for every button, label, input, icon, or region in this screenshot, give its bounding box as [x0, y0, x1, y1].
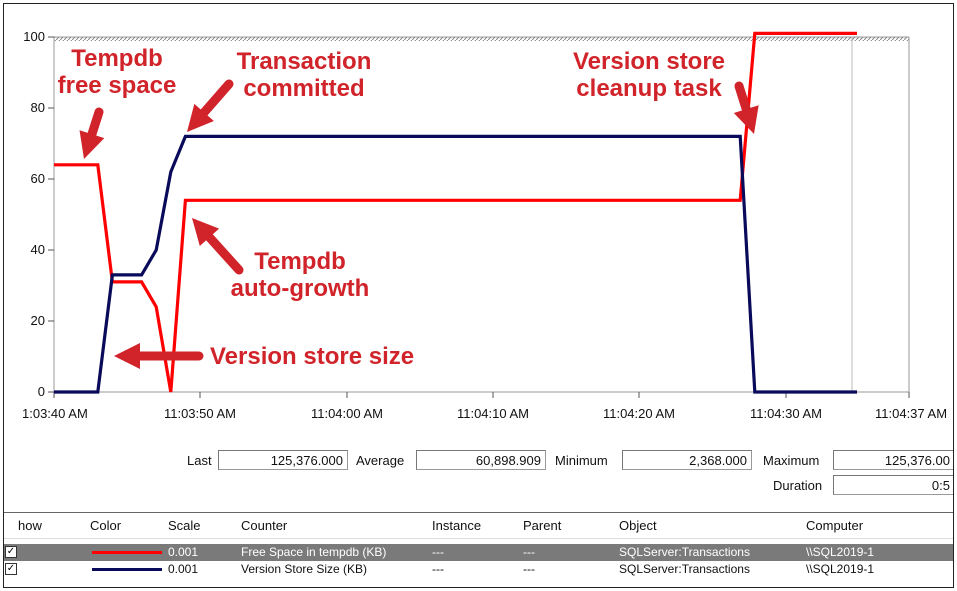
duration-value: 0:5 — [833, 475, 953, 495]
annotation-line: free space — [58, 72, 177, 99]
average-label: Average — [356, 453, 405, 468]
color-swatch — [92, 568, 162, 571]
counter-table: how Color Scale Counter Instance Parent … — [4, 512, 953, 587]
line-chart: 0 20 40 60 80 100 1:03:40 AM 11:03:50 AM 11:04:… — [22, 29, 947, 421]
minimum-label: Minimum — [555, 453, 608, 468]
duration-label: Duration — [773, 478, 823, 493]
x-tick-label: 1:03:40 AM — [22, 406, 88, 421]
x-axis: 1:03:40 AM 11:03:50 AM 11:04:00 AM 11:04:10… — [22, 392, 947, 421]
x-tick-label: 11:04:37 AM — [875, 406, 947, 421]
header-computer[interactable]: Computer — [806, 518, 863, 533]
x-tick-label: 11:04:30 AM — [750, 406, 822, 421]
last-label: Last — [187, 453, 212, 468]
x-tick-label: 11:03:50 AM — [164, 406, 236, 421]
annotation-line: Tempdb — [71, 45, 163, 72]
annotation-text-2: Version store cleanup task — [573, 48, 725, 102]
annotation-line: Transaction — [237, 48, 372, 75]
y-tick-label: 100 — [23, 29, 45, 44]
counter-cell: Version Store Size (KB) — [241, 562, 368, 576]
table-row[interactable]: ✓ 0.001 Free Space in tempdb (KB) --- --… — [4, 544, 953, 561]
object-cell: SQLServer:Transactions — [619, 562, 750, 576]
average-value: 60,898.909 — [416, 450, 546, 470]
header-scale[interactable]: Scale — [168, 518, 201, 533]
header-show[interactable]: how — [18, 518, 42, 533]
annotation-text-0: Tempdb free space — [58, 45, 177, 99]
header-color[interactable]: Color — [90, 518, 121, 533]
show-checkbox[interactable]: ✓ — [5, 546, 17, 558]
table-row[interactable]: ✓ 0.001 Version Store Size (KB) --- --- … — [4, 561, 953, 578]
annotation-line: Tempdb — [254, 248, 346, 275]
x-tick-label: 11:04:10 AM — [457, 406, 529, 421]
counter-cell: Free Space in tempdb (KB) — [241, 545, 387, 559]
header-object[interactable]: Object — [619, 518, 657, 533]
annotation-line: committed — [243, 75, 364, 102]
color-swatch — [92, 551, 162, 554]
y-tick-label: 80 — [31, 100, 45, 115]
scale-cell: 0.001 — [168, 562, 199, 576]
table-top-border — [4, 512, 953, 513]
last-value: 125,376.000 — [218, 450, 348, 470]
header-parent[interactable]: Parent — [523, 518, 561, 533]
annotation-line: cleanup task — [576, 75, 722, 102]
instance-cell: --- — [432, 562, 444, 576]
annotation-text-4: Version store size — [210, 343, 414, 370]
x-tick-label: 11:04:20 AM — [603, 406, 675, 421]
y-tick-label: 20 — [31, 313, 45, 328]
instance-cell: --- — [432, 545, 444, 559]
annotation-line: auto-growth — [231, 275, 370, 302]
maximum-label: Maximum — [763, 453, 820, 468]
scale-cell: 0.001 — [168, 545, 199, 559]
annotation-line: Version store size — [210, 343, 414, 370]
top-hatch — [54, 37, 909, 41]
y-tick-label: 0 — [38, 384, 45, 399]
annotation-line: Version store — [573, 48, 725, 75]
plot-area — [53, 36, 910, 393]
y-tick-label: 40 — [31, 242, 45, 257]
minimum-value: 2,368.000 — [622, 450, 752, 470]
show-checkbox[interactable]: ✓ — [5, 563, 17, 575]
parent-cell: --- — [523, 545, 535, 559]
perfmon-window: 0 20 40 60 80 100 1:03:40 AM 11:03:50 AM 11:04:… — [3, 3, 954, 588]
y-axis: 0 20 40 60 80 100 — [23, 29, 54, 399]
object-cell: SQLServer:Transactions — [619, 545, 750, 559]
plot-border — [53, 36, 910, 393]
computer-cell: \\SQL2019-1 — [806, 562, 875, 576]
header-instance[interactable]: Instance — [432, 518, 481, 533]
parent-cell: --- — [523, 562, 535, 576]
annotation-text-1: Transaction committed — [237, 48, 372, 102]
y-tick-label: 60 — [31, 171, 45, 186]
header-counter[interactable]: Counter — [241, 518, 287, 533]
header-divider — [4, 538, 953, 539]
maximum-value: 125,376.00 — [833, 450, 953, 470]
x-tick-label: 11:04:00 AM — [311, 406, 383, 421]
statistics-bar: Last 125,376.000 Average 60,898.909 Mini… — [4, 442, 953, 502]
computer-cell: \\SQL2019-1 — [806, 545, 875, 559]
